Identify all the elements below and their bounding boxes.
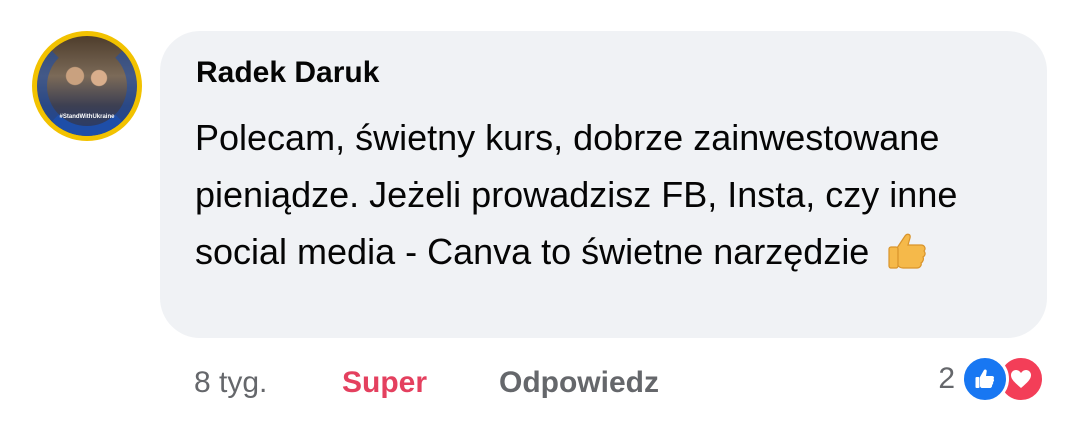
avatar[interactable]: #StandWithUkraine: [32, 31, 142, 141]
reaction-summary[interactable]: 2: [938, 355, 1045, 403]
reply-button[interactable]: Odpowiedz: [499, 363, 659, 403]
reaction-count: 2: [938, 362, 955, 395]
thumbs-up-emoji-icon: [888, 233, 927, 269]
comment-bubble: Radek Daruk Polecam, świetny kurs, dobrz…: [160, 31, 1047, 338]
avatar-frame-caption: #StandWithUkraine: [59, 114, 115, 120]
avatar-frame: [37, 36, 137, 136]
comment-timestamp[interactable]: 8 tyg.: [194, 363, 267, 403]
super-reaction-button[interactable]: Super: [342, 363, 427, 403]
like-icon: [961, 355, 1009, 403]
comment-text: Polecam, świetny kurs, dobrze zainwestow…: [195, 117, 958, 272]
comment-author[interactable]: Radek Daruk: [196, 56, 379, 90]
comment-text-block: Polecam, świetny kurs, dobrze zainwestow…: [195, 109, 1015, 280]
